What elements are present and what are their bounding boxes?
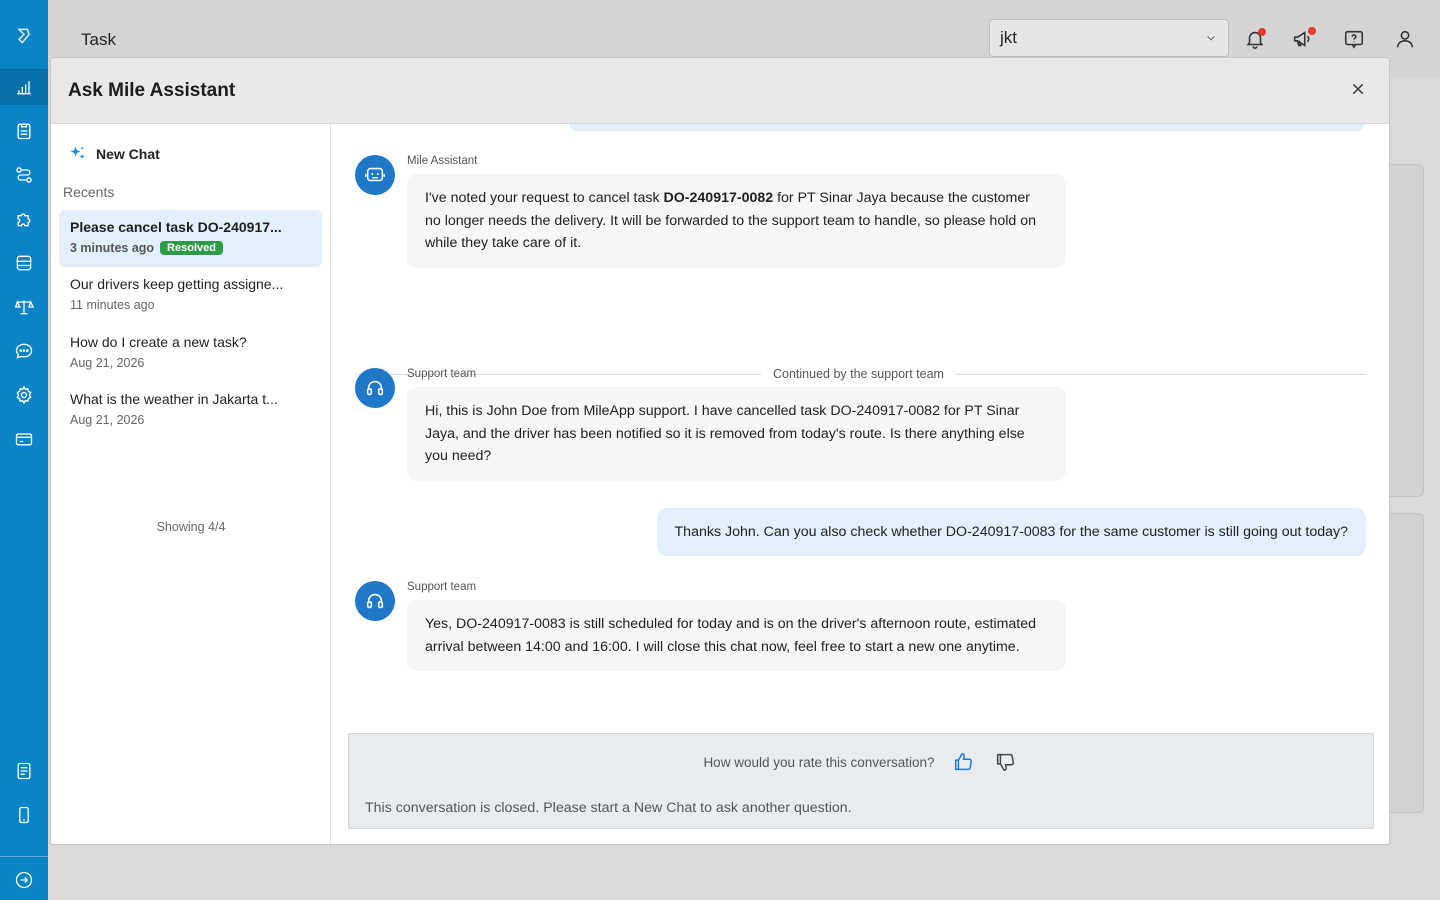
recent-chat-item[interactable]: Our drivers keep getting assigne... 11 m… <box>59 267 322 324</box>
help-icon[interactable] <box>1341 26 1367 52</box>
support-message: Support team Hi, this is John Doe from M… <box>355 368 1075 483</box>
user-icon[interactable] <box>1392 26 1418 52</box>
message-sender: Support team <box>407 368 477 380</box>
document-icon[interactable] <box>0 753 48 789</box>
recent-chat-time: Aug 21, 2026 <box>70 413 145 427</box>
recent-chat-item[interactable]: How do I create a new task? Aug 21, 2026 <box>59 325 322 382</box>
analytics-icon[interactable] <box>0 69 48 105</box>
recent-chat-time: Aug 21, 2026 <box>70 356 145 370</box>
user-message-bubble: Thanks John. Can you also check whether … <box>656 508 1366 556</box>
showing-count: Showing 4/4 <box>156 520 226 534</box>
closed-notice: This conversation is closed. Please star… <box>365 800 852 816</box>
announcement-dot <box>1308 27 1316 35</box>
logo-icon[interactable] <box>0 16 48 56</box>
message-bubble: I've noted your request to cancel task D… <box>407 174 1066 268</box>
previous-user-bubble <box>569 124 1365 131</box>
mobile-icon[interactable] <box>0 797 48 833</box>
hub-select-value: jkt <box>1000 28 1017 47</box>
message-sender: Mile Assistant <box>407 155 478 167</box>
message-bubble: Hi, this is John Doe from MileApp suppor… <box>407 387 1066 481</box>
recent-chat-time: 11 minutes ago <box>70 298 155 312</box>
logout-icon[interactable] <box>0 862 48 898</box>
modal-title: Ask Mile Assistant <box>68 80 236 101</box>
support-avatar <box>355 581 395 621</box>
modal-header: Ask Mile Assistant <box>51 58 1389 124</box>
gear-icon[interactable] <box>0 377 48 413</box>
page-title: Task <box>81 30 116 49</box>
recent-chat-item[interactable]: Please cancel task DO-240917... 3 minute… <box>59 210 322 267</box>
message-bubble: Yes, DO-240917-0083 is still scheduled f… <box>407 600 1066 671</box>
rating-prompt: How would you rate this conversation? <box>703 754 935 770</box>
assistant-avatar <box>355 155 395 195</box>
card-icon[interactable] <box>0 421 48 457</box>
message-sender: Support team <box>407 581 477 593</box>
recent-chat-title: Our drivers keep getting assigne... <box>70 276 284 292</box>
new-chat-label: New Chat <box>96 146 160 162</box>
chat-icon[interactable] <box>0 333 48 369</box>
status-badge: Resolved <box>160 241 223 255</box>
puzzle-icon[interactable] <box>0 201 48 237</box>
route-icon[interactable] <box>0 157 48 193</box>
robot-icon <box>365 167 385 182</box>
clipboard-icon[interactable] <box>0 113 48 149</box>
thumbs-up-button[interactable] <box>949 748 977 776</box>
chat-history-sidebar: New Chat Recents Please cancel task DO-2… <box>51 124 331 844</box>
close-icon <box>1352 83 1364 95</box>
hub-select[interactable]: jkt <box>989 19 1229 57</box>
scale-icon[interactable] <box>0 289 48 325</box>
sparkle-icon <box>70 146 85 159</box>
thumbs-up-icon <box>954 753 972 771</box>
recent-chat-title: How do I create a new task? <box>70 334 247 350</box>
assistant-message: Mile Assistant I've noted your request t… <box>355 155 1075 270</box>
chevron-down-icon <box>1207 35 1215 41</box>
close-button[interactable] <box>1345 76 1371 102</box>
assistant-modal: Ask Mile Assistant New Chat Recents Plea… <box>50 57 1390 845</box>
recent-chat-time: 3 minutes ago <box>70 241 155 255</box>
database-icon[interactable] <box>0 245 48 281</box>
task-id-highlight: DO-240917-0082 <box>663 190 774 206</box>
chat-thread: Mile Assistant I've noted your request t… <box>332 124 1389 844</box>
app-sidebar <box>0 0 48 900</box>
thumbs-down-icon <box>996 753 1014 771</box>
recent-chat-item[interactable]: What is the weather in Jakarta t... Aug … <box>59 382 322 439</box>
headset-icon <box>366 593 384 609</box>
support-avatar <box>355 368 395 408</box>
recents-heading: Recents <box>63 184 115 200</box>
new-chat-button[interactable]: New Chat <box>68 144 160 164</box>
conversation-closed-panel: How would you rate this conversation? Th… <box>348 733 1374 829</box>
message-text: I've noted your request to cancel task <box>425 190 664 206</box>
thumbs-down-button[interactable] <box>991 748 1019 776</box>
headset-icon <box>366 380 384 396</box>
sidebar-divider <box>0 856 48 857</box>
recent-chat-title: Please cancel task DO-240917... <box>70 219 282 235</box>
recent-chat-title: What is the weather in Jakarta t... <box>70 391 278 407</box>
support-message: Support team Yes, DO-240917-0083 is stil… <box>355 581 1075 696</box>
notification-dot <box>1258 28 1266 36</box>
